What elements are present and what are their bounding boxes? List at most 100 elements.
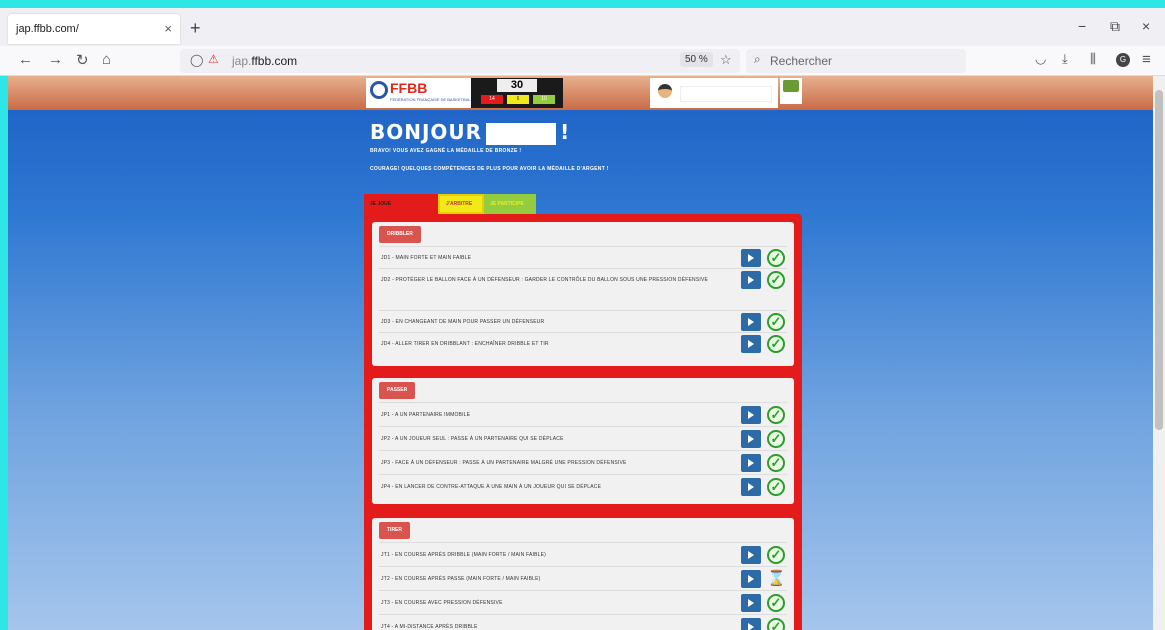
tab-close-icon[interactable]: × xyxy=(164,21,172,36)
logo-subtitle: FÉDÉRATION FRANÇAISE DE BASKETBALL xyxy=(390,97,473,102)
list-item: JD2 - PROTÉGER LE BALLON FACE À UN DÉFEN… xyxy=(379,268,787,310)
scrollbar-thumb[interactable] xyxy=(1155,90,1163,430)
zoom-level[interactable]: 50 % xyxy=(680,52,713,67)
navigation-bar: ← → ↻ ⌂ ◯ ⚠ jap.ffbb.com 50 % ☆ ⌕ Recher… xyxy=(0,46,1165,76)
list-item: JD4 - ALLER TIRER EN DRIBBLANT : ENCHAÎN… xyxy=(379,332,787,356)
score-box-red: 14 xyxy=(481,95,503,104)
play-button[interactable] xyxy=(741,249,761,267)
tab-je-joue[interactable]: JE JOUE xyxy=(364,194,438,214)
library-icon[interactable]: ⫼ xyxy=(1090,51,1096,67)
search-placeholder: Rechercher xyxy=(770,54,833,68)
play-icon xyxy=(748,623,754,630)
check-icon: ✓ xyxy=(767,313,785,331)
window-close-button[interactable]: × xyxy=(1142,18,1150,34)
check-icon: ✓ xyxy=(767,594,785,612)
tab-bar: jap.ffbb.com/ × + − ⧉ × xyxy=(0,8,1165,46)
play-icon xyxy=(748,599,754,607)
skill-section: TIRER JT1 - EN COURSE APRÈS DRIBBLE (MAI… xyxy=(372,518,794,630)
bronze-message: BRAVO! VOUS AVEZ GAGNÉ LA MÉDAILLE DE BR… xyxy=(370,148,522,154)
url-bar[interactable]: ◯ ⚠ jap.ffbb.com 50 % ☆ xyxy=(180,49,740,73)
play-button[interactable] xyxy=(741,594,761,612)
restore-button[interactable]: ⧉ xyxy=(1110,18,1120,35)
skill-section: PASSER JP1 - A UN PARTENAIRE IMMOBILE ✓ J… xyxy=(372,378,794,504)
search-icon: ⌕ xyxy=(754,52,761,66)
play-button[interactable] xyxy=(741,546,761,564)
menu-icon[interactable]: ≡ xyxy=(1142,51,1151,68)
role-tabs: JE JOUE J'ARBITRE JE PARTICIPE xyxy=(364,194,536,214)
section-title-dribbler: DRIBBLER xyxy=(379,226,421,243)
hourglass-icon: ⌛ xyxy=(767,570,786,587)
list-item: JT1 - EN COURSE APRÈS DRIBBLE (MAIN FORT… xyxy=(379,542,787,566)
play-icon xyxy=(748,483,754,491)
check-icon: ✓ xyxy=(767,249,785,267)
score-value: 30 xyxy=(497,79,537,92)
play-icon xyxy=(748,254,754,262)
tab-title: jap.ffbb.com/ xyxy=(16,23,79,35)
score-box-yellow: 6 xyxy=(507,95,529,104)
user-name-field xyxy=(680,86,772,102)
new-tab-button[interactable]: + xyxy=(190,18,201,39)
basketball-logo-icon xyxy=(370,81,388,99)
play-icon xyxy=(748,340,754,348)
page-scrollbar[interactable] xyxy=(1153,76,1165,630)
account-icon[interactable]: G xyxy=(1116,53,1130,67)
play-button[interactable] xyxy=(741,313,761,331)
check-icon: ✓ xyxy=(767,335,785,353)
reload-icon[interactable]: ↻ xyxy=(76,51,89,69)
play-icon xyxy=(748,435,754,443)
list-item: JD3 - EN CHANGEANT DE MAIN POUR PASSER U… xyxy=(379,310,787,332)
play-icon xyxy=(748,411,754,419)
lock-warning-icon[interactable]: ⚠ xyxy=(208,52,219,66)
list-item: JT2 - EN COURSE APRÈS PASSE (MAIN FORTE … xyxy=(379,566,787,590)
avatar[interactable] xyxy=(658,84,672,98)
play-button[interactable] xyxy=(741,618,761,630)
medal-icon[interactable] xyxy=(780,78,802,104)
tab-je-participe[interactable]: JE PARTICIPE xyxy=(484,194,536,214)
forward-arrow-icon[interactable]: → xyxy=(48,51,63,68)
download-icon[interactable]: ⤓ xyxy=(1062,51,1068,67)
minimize-button[interactable]: − xyxy=(1078,18,1086,34)
back-arrow-icon[interactable]: ← xyxy=(18,51,33,68)
shield-icon[interactable]: ◯ xyxy=(190,53,203,67)
home-icon[interactable]: ⌂ xyxy=(102,51,111,68)
play-icon xyxy=(748,318,754,326)
user-name-box xyxy=(486,122,557,145)
logo-text: FFBB xyxy=(390,80,428,96)
silver-message: COURAGE! QUELQUES COMPÉTENCES DE PLUS PO… xyxy=(370,166,609,172)
play-button[interactable] xyxy=(741,454,761,472)
play-button[interactable] xyxy=(741,570,761,588)
url-prefix: jap. xyxy=(232,54,252,68)
browser-tab[interactable]: jap.ffbb.com/ × xyxy=(8,14,180,44)
search-bar[interactable]: ⌕ Rechercher xyxy=(746,49,966,73)
section-title-tirer: TIRER xyxy=(379,522,410,539)
play-button[interactable] xyxy=(741,406,761,424)
check-icon: ✓ xyxy=(767,271,785,289)
play-icon xyxy=(748,551,754,559)
check-icon: ✓ xyxy=(767,454,785,472)
greeting-exclaim: ! xyxy=(560,120,571,144)
page-title: BONJOUR! xyxy=(370,120,570,145)
url-domain: ffbb.com xyxy=(251,54,298,68)
check-icon: ✓ xyxy=(767,478,785,496)
check-icon: ✓ xyxy=(767,430,785,448)
play-button[interactable] xyxy=(741,430,761,448)
skill-section: DRIBBLER JD1 - MAIN FORTE ET MAIN FAIBLE… xyxy=(372,222,794,366)
list-item: JT4 - A MI-DISTANCE APRÈS DRIBBLE ✓ xyxy=(379,614,787,630)
check-icon: ✓ xyxy=(767,406,785,424)
pocket-icon[interactable]: ◡ xyxy=(1035,51,1046,67)
ffbb-logo[interactable]: FFBB FÉDÉRATION FRANÇAISE DE BASKETBALL xyxy=(366,78,474,108)
play-icon xyxy=(748,575,754,583)
check-icon: ✓ xyxy=(767,546,785,564)
list-item: JP1 - A UN PARTENAIRE IMMOBILE ✓ xyxy=(379,402,787,426)
list-item: JP2 - A UN JOUEUR SEUL : PASSE À UN PART… xyxy=(379,426,787,450)
play-button[interactable] xyxy=(741,478,761,496)
play-button[interactable] xyxy=(741,271,761,289)
scoreboard: 30 14 6 10 xyxy=(471,78,563,108)
bookmark-star-icon[interactable]: ☆ xyxy=(720,52,732,68)
tab-j-arbitre[interactable]: J'ARBITRE xyxy=(438,194,484,214)
list-item: JP3 - FACE À UN DÉFENSEUR : PASSE À UN P… xyxy=(379,450,787,474)
play-icon xyxy=(748,276,754,284)
greeting-text: BONJOUR xyxy=(370,120,483,144)
play-button[interactable] xyxy=(741,335,761,353)
site-header: FFBB FÉDÉRATION FRANÇAISE DE BASKETBALL … xyxy=(8,76,1153,110)
